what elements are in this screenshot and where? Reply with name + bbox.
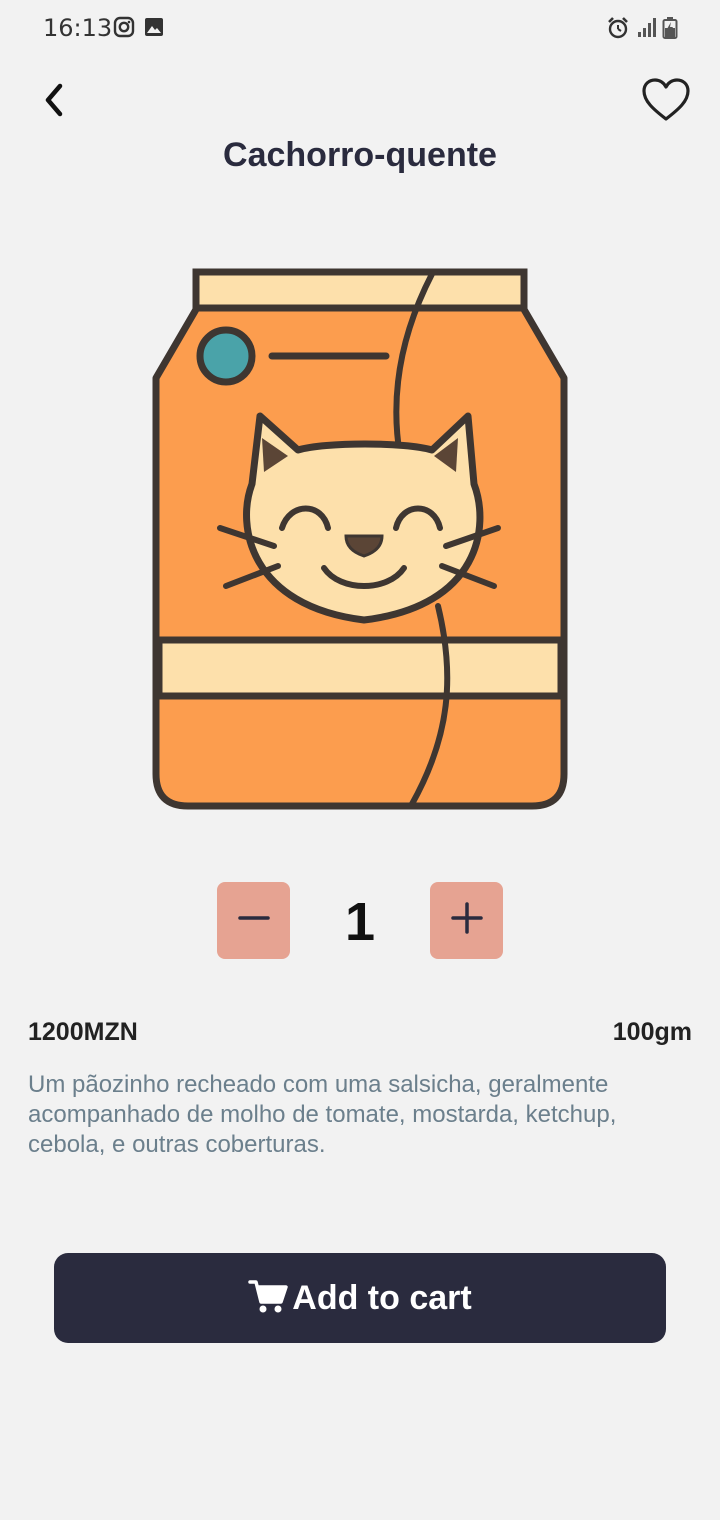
signal-icon <box>636 16 658 43</box>
alarm-icon <box>606 16 630 45</box>
quantity-increase-button[interactable] <box>430 882 503 959</box>
instagram-icon <box>113 16 135 43</box>
page-title: Cachorro-quente <box>223 136 497 174</box>
quantity-decrease-button[interactable] <box>217 882 290 959</box>
heart-outline-icon <box>641 77 691 128</box>
product-image <box>150 266 570 814</box>
image-icon <box>143 16 165 43</box>
cart-icon <box>248 1278 289 1319</box>
battery-icon <box>662 16 678 45</box>
back-button[interactable] <box>28 76 80 128</box>
product-detail-screen: 16:13 Cachorro-quente 1 1200MZN 100gm Um… <box>0 0 720 1520</box>
add-to-cart-button[interactable]: Add to cart <box>54 1253 666 1343</box>
status-bar: 16:13 <box>0 0 720 60</box>
chevron-left-icon <box>38 80 70 125</box>
product-weight: 100gm <box>612 1018 692 1046</box>
minus-icon <box>236 900 272 941</box>
add-to-cart-label: Add to cart <box>292 1278 472 1317</box>
product-description: Um pãozinho recheado com uma salsicha, g… <box>28 1071 617 1158</box>
quantity-value: 1 <box>344 892 376 952</box>
product-price: 1200MZN <box>28 1018 138 1046</box>
plus-icon <box>449 900 485 941</box>
favorite-button[interactable] <box>638 74 694 130</box>
status-time: 16:13 <box>43 14 113 42</box>
